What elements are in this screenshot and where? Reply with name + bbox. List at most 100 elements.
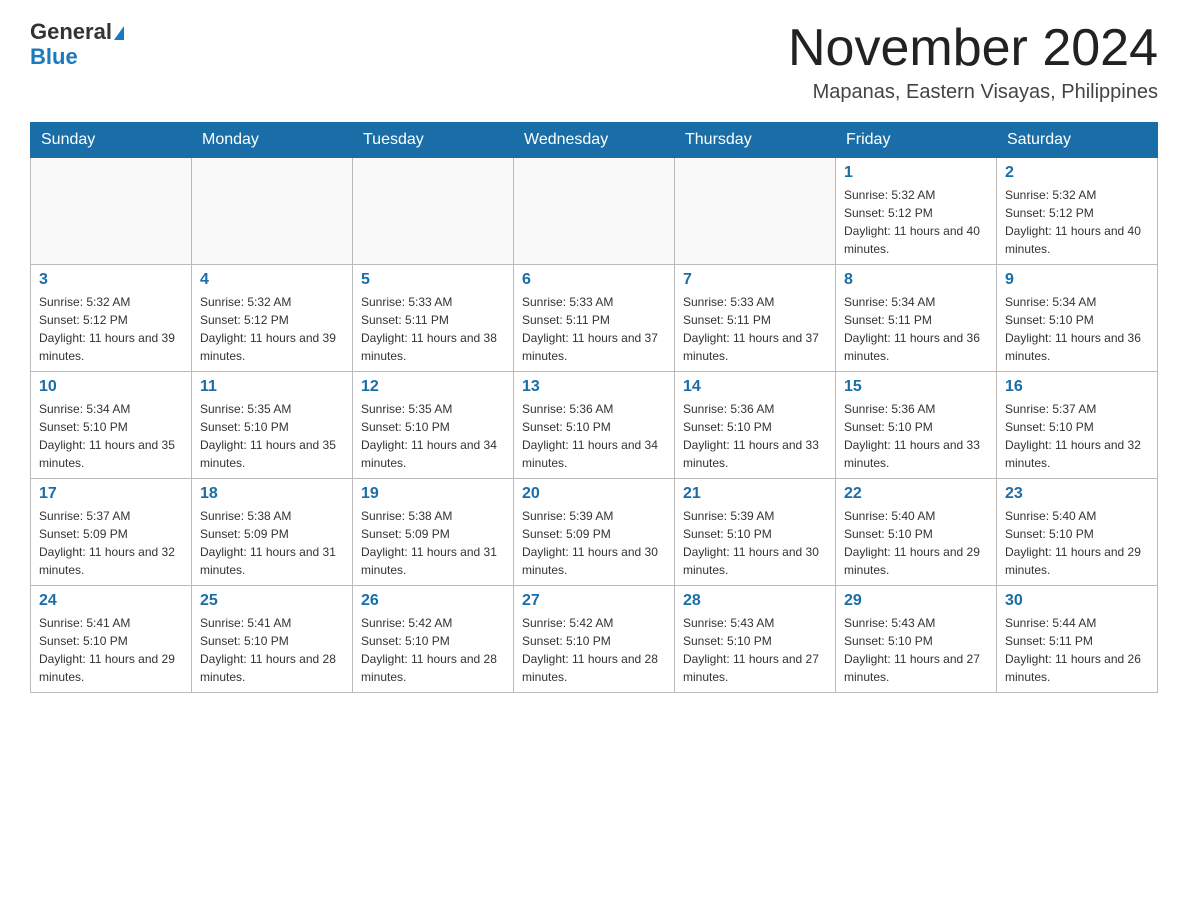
day-info: Sunrise: 5:36 AMSunset: 5:10 PMDaylight:… (683, 400, 827, 472)
day-info: Sunrise: 5:37 AMSunset: 5:09 PMDaylight:… (39, 507, 183, 579)
day-info: Sunrise: 5:39 AMSunset: 5:10 PMDaylight:… (683, 507, 827, 579)
calendar-cell: 22 Sunrise: 5:40 AMSunset: 5:10 PMDayligh… (836, 479, 997, 586)
calendar-cell: 11Sunrise: 5:35 AMSunset: 5:10 PMDayligh… (192, 372, 353, 479)
logo-text-line1: General (30, 20, 124, 44)
calendar-cell (192, 158, 353, 265)
col-monday: Monday (192, 123, 353, 158)
title-area: November 2024 Mapanas, Eastern Visayas, … (788, 20, 1158, 104)
day-number: 1 (844, 164, 988, 182)
day-info: Sunrise: 5:42 AMSunset: 5:10 PMDaylight:… (522, 614, 666, 686)
col-tuesday: Tuesday (353, 123, 514, 158)
day-info: Sunrise: 5:43 AMSunset: 5:10 PMDaylight:… (844, 614, 988, 686)
calendar-cell: 2 Sunrise: 5:32 AMSunset: 5:12 PMDaylight… (997, 158, 1158, 265)
day-number: 13 (522, 378, 666, 396)
logo-triangle-icon (114, 26, 124, 40)
day-info: Sunrise: 5:34 AMSunset: 5:10 PMDaylight:… (1005, 293, 1149, 365)
page-header: General Blue November 2024 Mapanas, East… (30, 20, 1158, 104)
day-number: 7 (683, 271, 827, 289)
day-number: 18 (200, 485, 344, 503)
day-info: Sunrise: 5:36 AMSunset: 5:10 PMDaylight:… (522, 400, 666, 472)
day-number: 9 (1005, 271, 1149, 289)
logo: General Blue (30, 20, 124, 70)
col-sunday: Sunday (31, 123, 192, 158)
day-number: 8 (844, 271, 988, 289)
day-info: Sunrise: 5:37 AMSunset: 5:10 PMDaylight:… (1005, 400, 1149, 472)
week-row-3: 10 Sunrise: 5:34 AMSunset: 5:10 PMDayligh… (31, 372, 1158, 479)
week-row-5: 24 Sunrise: 5:41 AMSunset: 5:10 PMDayligh… (31, 586, 1158, 693)
calendar-cell: 17Sunrise: 5:37 AMSunset: 5:09 PMDayligh… (31, 479, 192, 586)
day-info: Sunrise: 5:43 AMSunset: 5:10 PMDaylight:… (683, 614, 827, 686)
calendar-cell: 25Sunrise: 5:41 AMSunset: 5:10 PMDayligh… (192, 586, 353, 693)
day-info: Sunrise: 5:38 AMSunset: 5:09 PMDaylight:… (200, 507, 344, 579)
calendar-cell: 29Sunrise: 5:43 AMSunset: 5:10 PMDayligh… (836, 586, 997, 693)
calendar-cell: 7 Sunrise: 5:33 AMSunset: 5:11 PMDaylight… (675, 265, 836, 372)
calendar-cell (31, 158, 192, 265)
calendar-cell: 28 Sunrise: 5:43 AMSunset: 5:10 PMDayligh… (675, 586, 836, 693)
day-info: Sunrise: 5:32 AMSunset: 5:12 PMDaylight:… (39, 293, 183, 365)
day-info: Sunrise: 5:32 AMSunset: 5:12 PMDaylight:… (1005, 186, 1149, 258)
logo-text-line2: Blue (30, 44, 78, 70)
day-number: 2 (1005, 164, 1149, 182)
day-info: Sunrise: 5:39 AMSunset: 5:09 PMDaylight:… (522, 507, 666, 579)
day-number: 6 (522, 271, 666, 289)
day-info: Sunrise: 5:32 AMSunset: 5:12 PMDaylight:… (844, 186, 988, 258)
calendar-cell: 21 Sunrise: 5:39 AMSunset: 5:10 PMDayligh… (675, 479, 836, 586)
day-info: Sunrise: 5:40 AMSunset: 5:10 PMDaylight:… (844, 507, 988, 579)
location-title: Mapanas, Eastern Visayas, Philippines (788, 81, 1158, 104)
calendar-cell (514, 158, 675, 265)
day-number: 20 (522, 485, 666, 503)
day-number: 26 (361, 592, 505, 610)
calendar-cell: 12 Sunrise: 5:35 AMSunset: 5:10 PMDayligh… (353, 372, 514, 479)
calendar-cell: 30 Sunrise: 5:44 AMSunset: 5:11 PMDayligh… (997, 586, 1158, 693)
col-friday: Friday (836, 123, 997, 158)
calendar-cell: 20 Sunrise: 5:39 AMSunset: 5:09 PMDayligh… (514, 479, 675, 586)
day-info: Sunrise: 5:34 AMSunset: 5:10 PMDaylight:… (39, 400, 183, 472)
calendar-cell (353, 158, 514, 265)
day-number: 19 (361, 485, 505, 503)
col-thursday: Thursday (675, 123, 836, 158)
day-number: 3 (39, 271, 183, 289)
day-number: 28 (683, 592, 827, 610)
calendar-cell: 18 Sunrise: 5:38 AMSunset: 5:09 PMDayligh… (192, 479, 353, 586)
day-number: 12 (361, 378, 505, 396)
month-title: November 2024 (788, 20, 1158, 77)
week-row-2: 3 Sunrise: 5:32 AMSunset: 5:12 PMDaylight… (31, 265, 1158, 372)
day-number: 5 (361, 271, 505, 289)
calendar-cell: 9 Sunrise: 5:34 AMSunset: 5:10 PMDaylight… (997, 265, 1158, 372)
calendar-cell: 15Sunrise: 5:36 AMSunset: 5:10 PMDayligh… (836, 372, 997, 479)
calendar-cell: 27 Sunrise: 5:42 AMSunset: 5:10 PMDayligh… (514, 586, 675, 693)
day-number: 11 (200, 378, 344, 396)
calendar-cell: 10 Sunrise: 5:34 AMSunset: 5:10 PMDayligh… (31, 372, 192, 479)
week-row-1: 1 Sunrise: 5:32 AMSunset: 5:12 PMDaylight… (31, 158, 1158, 265)
day-info: Sunrise: 5:33 AMSunset: 5:11 PMDaylight:… (522, 293, 666, 365)
calendar-header-row: Sunday Monday Tuesday Wednesday Thursday… (31, 123, 1158, 158)
day-number: 10 (39, 378, 183, 396)
day-info: Sunrise: 5:41 AMSunset: 5:10 PMDaylight:… (39, 614, 183, 686)
day-number: 21 (683, 485, 827, 503)
day-info: Sunrise: 5:33 AMSunset: 5:11 PMDaylight:… (361, 293, 505, 365)
calendar-cell: 6 Sunrise: 5:33 AMSunset: 5:11 PMDaylight… (514, 265, 675, 372)
calendar-cell: 16Sunrise: 5:37 AMSunset: 5:10 PMDayligh… (997, 372, 1158, 479)
day-info: Sunrise: 5:34 AMSunset: 5:11 PMDaylight:… (844, 293, 988, 365)
calendar-cell: 26 Sunrise: 5:42 AMSunset: 5:10 PMDayligh… (353, 586, 514, 693)
day-number: 23 (1005, 485, 1149, 503)
day-info: Sunrise: 5:40 AMSunset: 5:10 PMDaylight:… (1005, 507, 1149, 579)
col-saturday: Saturday (997, 123, 1158, 158)
day-number: 22 (844, 485, 988, 503)
day-info: Sunrise: 5:35 AMSunset: 5:10 PMDaylight:… (361, 400, 505, 472)
day-info: Sunrise: 5:33 AMSunset: 5:11 PMDaylight:… (683, 293, 827, 365)
calendar-cell: 5 Sunrise: 5:33 AMSunset: 5:11 PMDaylight… (353, 265, 514, 372)
calendar-cell: 3 Sunrise: 5:32 AMSunset: 5:12 PMDaylight… (31, 265, 192, 372)
calendar-cell: 23 Sunrise: 5:40 AMSunset: 5:10 PMDayligh… (997, 479, 1158, 586)
day-info: Sunrise: 5:44 AMSunset: 5:11 PMDaylight:… (1005, 614, 1149, 686)
day-number: 24 (39, 592, 183, 610)
calendar-cell: 4Sunrise: 5:32 AMSunset: 5:12 PMDaylight… (192, 265, 353, 372)
day-number: 27 (522, 592, 666, 610)
day-info: Sunrise: 5:42 AMSunset: 5:10 PMDaylight:… (361, 614, 505, 686)
calendar-table: Sunday Monday Tuesday Wednesday Thursday… (30, 122, 1158, 693)
day-info: Sunrise: 5:32 AMSunset: 5:12 PMDaylight:… (200, 293, 344, 365)
day-number: 30 (1005, 592, 1149, 610)
week-row-4: 17Sunrise: 5:37 AMSunset: 5:09 PMDayligh… (31, 479, 1158, 586)
day-number: 25 (200, 592, 344, 610)
calendar-cell: 13 Sunrise: 5:36 AMSunset: 5:10 PMDayligh… (514, 372, 675, 479)
